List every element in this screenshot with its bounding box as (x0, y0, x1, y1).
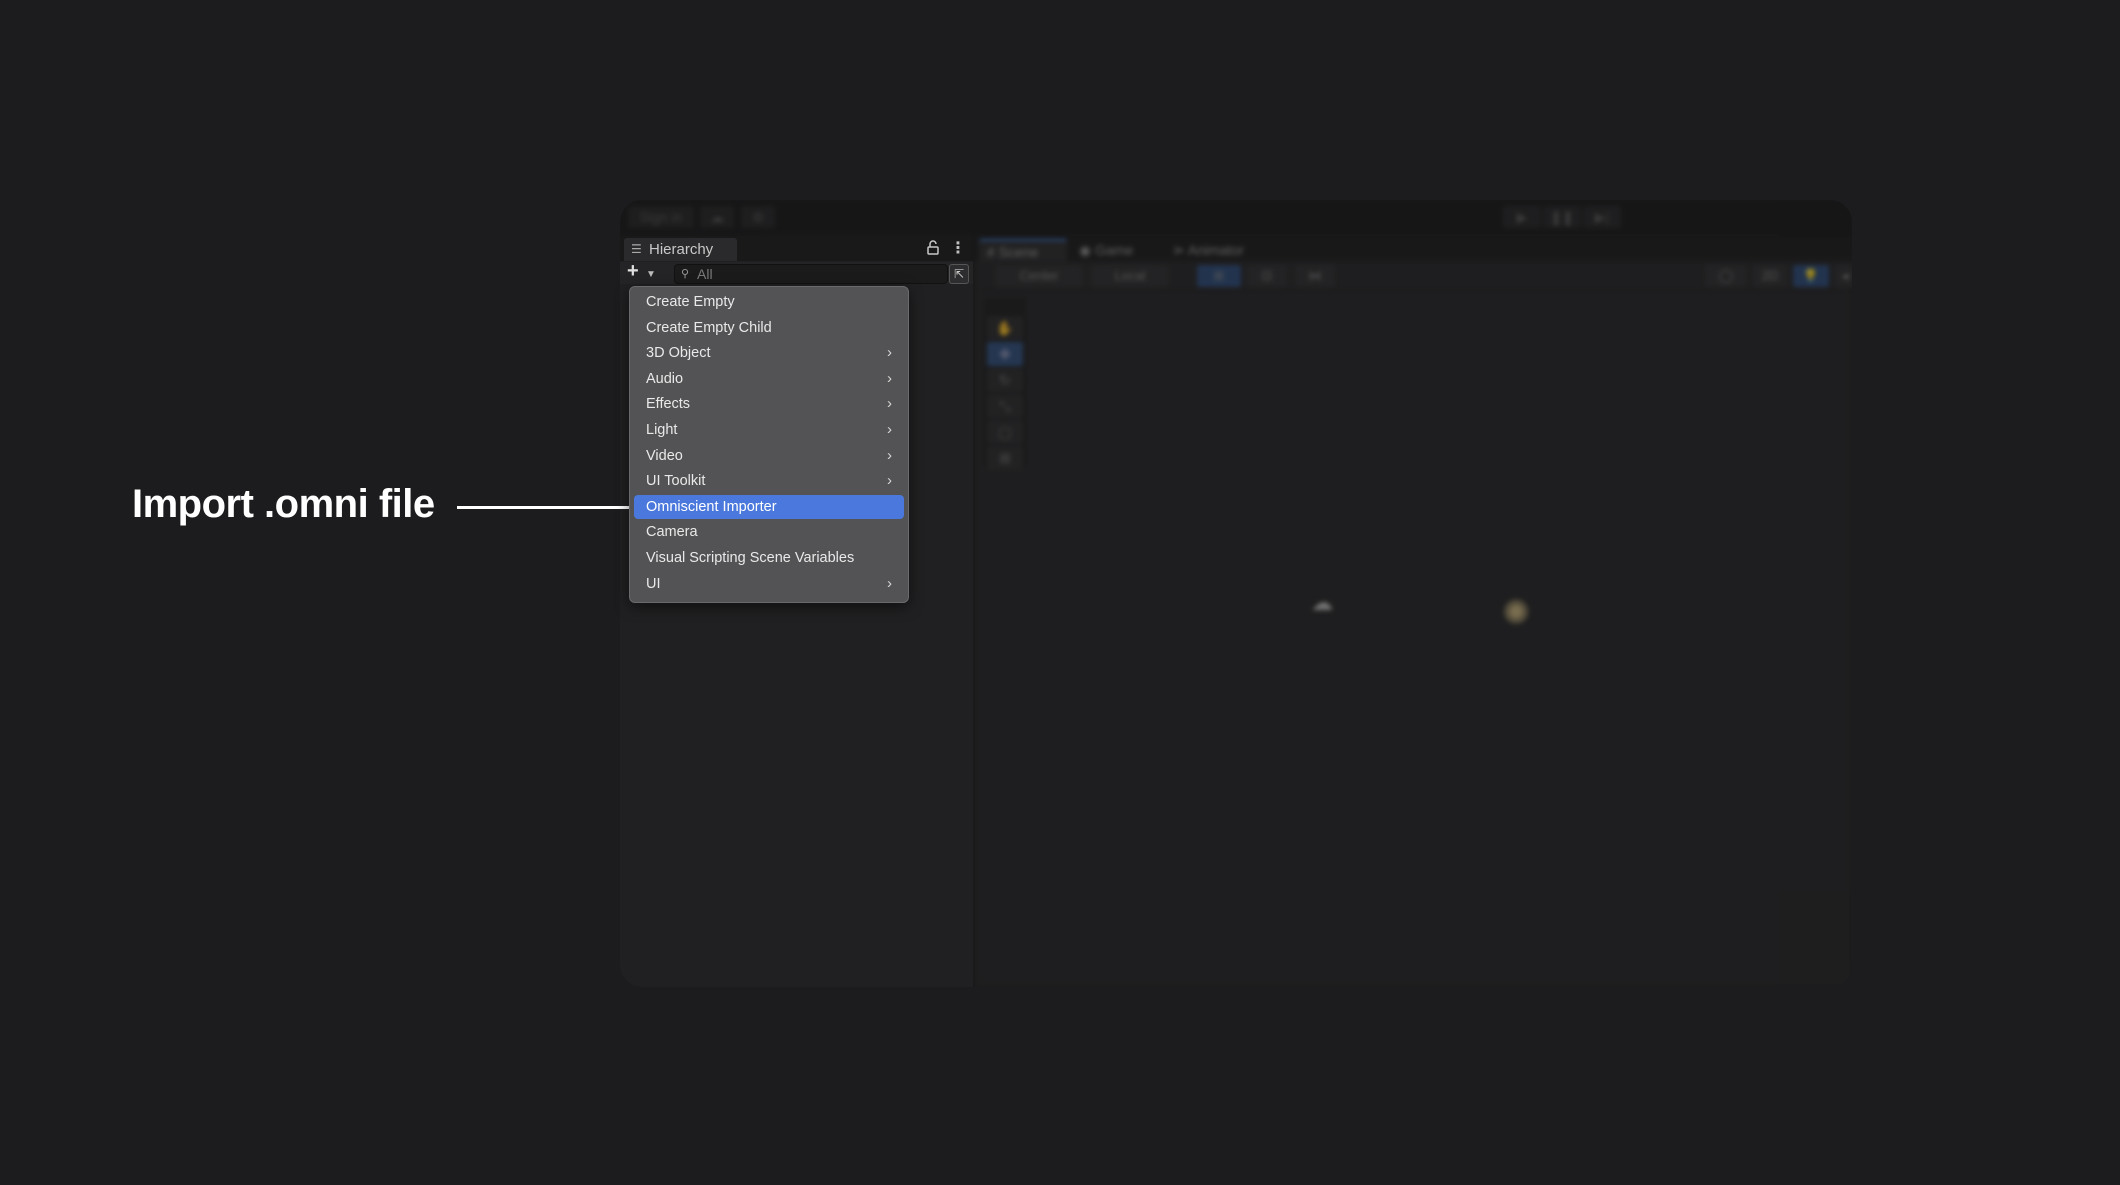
animator-icon: ⋗ (1173, 242, 1185, 258)
menu-item-label: UI (646, 575, 661, 592)
hand-tool-icon[interactable]: ✋ (987, 316, 1023, 340)
lock-icon[interactable] (927, 240, 941, 256)
hierarchy-tabbar: ☰ Hierarchy ⋮ (620, 236, 973, 261)
lighting-toggle-icon[interactable]: 💡 (1793, 265, 1829, 287)
scene-tabbar: # Scene ◉ Game ⋗ Animator (975, 236, 1852, 261)
step-icon: ▶| (1594, 209, 1610, 225)
transform-tool-icon[interactable]: ⊞ (987, 446, 1023, 470)
kebab-menu-icon[interactable]: ⋮ (950, 238, 966, 258)
menu-item-label: UI Toolkit (646, 473, 706, 490)
chevron-right-icon: › (887, 446, 892, 464)
editor-topbar: Sign in ☁ ⚙ ▶ ❚❚ ▶| (620, 200, 1852, 234)
scale-tool-icon[interactable]: ⤡ (987, 394, 1023, 418)
hierarchy-toolbar: + ▼ ⚲ ⇱ (620, 260, 973, 284)
menu-item-3d-object[interactable]: 3D Object › (634, 341, 904, 365)
gamepad-icon: ◉ (1079, 242, 1092, 258)
list-icon: ☰ (631, 242, 642, 256)
pause-button[interactable]: ❚❚ (1543, 206, 1581, 228)
menu-item-light[interactable]: Light › (634, 418, 904, 442)
annotation-pointer-line (457, 506, 635, 509)
hierarchy-search[interactable]: ⚲ (674, 264, 948, 284)
search-icon: ⚲ (681, 268, 690, 280)
play-icon: ▶ (1516, 209, 1528, 225)
annotation-label: Import .omni file (132, 482, 435, 526)
menu-item-label: Create Empty Child (646, 319, 772, 336)
menu-item-label: Video (646, 447, 683, 464)
tab-hierarchy[interactable]: ☰ Hierarchy (624, 238, 737, 261)
menu-item-label: Camera (646, 524, 698, 541)
scene-tab-icon: # (987, 244, 995, 260)
scene-toolbar: Center Local ⊞ ⊡ ⋈ ◯ 2D 💡 ◂ (975, 262, 1852, 291)
menu-item-label: Effects (646, 396, 691, 413)
draw-mode-dropdown[interactable]: ◯ (1705, 265, 1747, 287)
tab-hierarchy-label: Hierarchy (649, 241, 714, 258)
cloud-gizmo-icon[interactable]: ☁ (1311, 590, 1333, 616)
chevron-right-icon: › (887, 574, 892, 592)
menu-item-label: 3D Object (646, 345, 711, 362)
grid-snap-button[interactable]: ⊞ (1197, 265, 1241, 287)
plus-icon: + (627, 260, 639, 282)
chevron-right-icon: › (887, 369, 892, 387)
pause-icon: ❚❚ (1550, 209, 1574, 225)
menu-item-label: Create Empty (646, 294, 735, 310)
tab-scene[interactable]: # Scene (979, 239, 1067, 261)
caret-down-icon: ▼ (646, 269, 656, 280)
tab-game-label: Game (1095, 242, 1134, 258)
create-context-menu: Create Empty Create Empty Child 3D Objec… (629, 286, 909, 603)
menu-item-camera[interactable]: Camera (634, 520, 904, 544)
create-dropdown-button[interactable]: + ▼ (624, 260, 660, 284)
menu-item-effects[interactable]: Effects › (634, 392, 904, 416)
tab-game[interactable]: ◉ Game (1079, 239, 1159, 261)
menu-item-label: Omniscient Importer (646, 498, 777, 515)
snap-increment-button[interactable]: ⊡ (1247, 265, 1287, 287)
chevron-right-icon: › (887, 472, 892, 490)
chevron-right-icon: › (887, 344, 892, 362)
sign-in-button[interactable]: Sign in (628, 206, 694, 228)
space-dropdown[interactable]: Local (1091, 265, 1169, 287)
sun-light-gizmo-icon[interactable]: ✺ (1502, 593, 1531, 633)
hierarchy-search-input[interactable] (697, 265, 937, 283)
menu-item-visual-scripting-scene-variables[interactable]: Visual Scripting Scene Variables (634, 546, 904, 570)
toggle-2d-button[interactable]: 2D (1753, 265, 1787, 287)
gear-icon[interactable]: ⚙ (741, 206, 775, 228)
menu-item-omniscient-importer[interactable]: Omniscient Importer (634, 494, 904, 519)
snap-settings-button[interactable]: ⋈ (1295, 265, 1335, 287)
menu-item-label: Audio (646, 370, 684, 387)
pivot-dropdown[interactable]: Center (995, 265, 1083, 287)
audio-toggle-icon[interactable]: ◂ (1835, 265, 1852, 287)
chevron-right-icon: › (887, 421, 892, 438)
rect-tool-icon[interactable]: ▢ (987, 420, 1023, 444)
menu-item-video[interactable]: Video › (634, 444, 904, 468)
scene-tool-strip: ✋ ✥ ↻ ⤡ ▢ ⊞ (984, 298, 1026, 470)
menu-item-audio[interactable]: Audio › (634, 367, 904, 391)
tab-animator[interactable]: ⋗ Animator (1173, 239, 1273, 261)
menu-item-label: Visual Scripting Scene Variables (646, 550, 855, 566)
menu-item-create-empty[interactable]: Create Empty (634, 290, 904, 314)
menu-item-label: Light (646, 422, 678, 438)
popout-icon[interactable]: ⇱ (949, 264, 969, 284)
menu-item-create-empty-child[interactable]: Create Empty Child (634, 316, 904, 340)
cloud-icon[interactable]: ☁ (700, 206, 734, 228)
rotate-tool-icon[interactable]: ↻ (987, 368, 1023, 392)
scene-panel: # Scene ◉ Game ⋗ Animator Center Local ⊞… (975, 236, 1852, 987)
step-button[interactable]: ▶| (1583, 206, 1621, 228)
play-button[interactable]: ▶ (1503, 206, 1541, 228)
tab-scene-label: Scene (998, 244, 1039, 260)
move-tool-icon[interactable]: ✥ (987, 342, 1023, 366)
tab-animator-label: Animator (1187, 242, 1244, 258)
screenshot-frame: Import .omni file Sign in ☁ ⚙ ▶ ❚❚ ▶| ☰ … (0, 0, 2120, 1185)
chevron-right-icon: › (887, 395, 892, 413)
menu-item-ui-toolkit[interactable]: UI Toolkit › (634, 469, 904, 493)
menu-item-ui[interactable]: UI › (634, 572, 904, 596)
